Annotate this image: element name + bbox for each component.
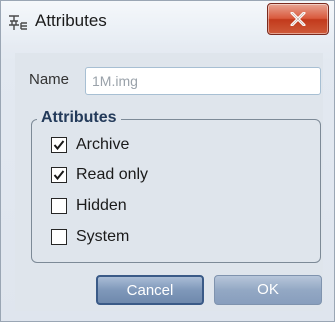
archive-option[interactable]: Archive — [51, 135, 129, 155]
hidden-checkbox[interactable] — [51, 198, 67, 214]
attributes-dialog: Attributes Name 1M.img Attributes Archiv… — [0, 0, 335, 322]
read-only-checkbox[interactable] — [51, 167, 67, 183]
read-only-option[interactable]: Read only — [51, 165, 148, 185]
read-only-label: Read only — [76, 166, 149, 183]
checkmark-icon — [53, 140, 65, 151]
system-label: System — [76, 228, 130, 245]
window-title: Attributes — [35, 11, 107, 30]
title-bar[interactable]: Attributes — [1, 1, 334, 45]
attributes-legend: Attributes — [37, 109, 121, 127]
hidden-label: Hidden — [76, 197, 127, 214]
attributes-icon — [7, 13, 29, 33]
hidden-option[interactable]: Hidden — [51, 196, 127, 216]
system-option[interactable]: System — [51, 227, 129, 247]
system-checkbox[interactable] — [51, 229, 67, 245]
close-button[interactable] — [267, 3, 329, 35]
close-icon — [290, 12, 306, 26]
name-field[interactable]: 1M.img — [85, 67, 321, 95]
archive-label: Archive — [76, 136, 130, 153]
archive-checkbox[interactable] — [51, 137, 67, 153]
name-label: Name — [29, 71, 70, 88]
checkmark-icon — [53, 170, 65, 181]
cancel-button[interactable]: Cancel — [96, 275, 204, 305]
ok-button[interactable]: OK — [214, 275, 322, 305]
